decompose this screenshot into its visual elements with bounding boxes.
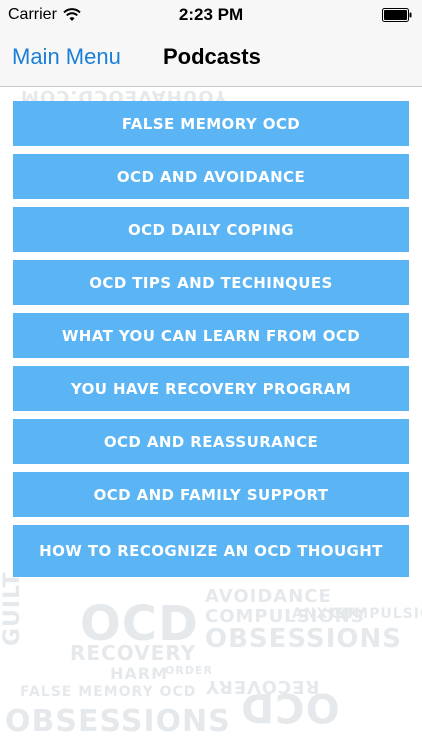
background-word: HARM xyxy=(110,664,169,683)
background-word: FALSE MEMORY OCD xyxy=(20,684,197,700)
background-word: OBSESSIONS xyxy=(205,624,402,654)
background-word: COMPULSIONS xyxy=(330,606,422,622)
background-word: OBSESSIONS xyxy=(5,704,231,739)
podcast-button-ocd-and-reassurance[interactable]: OCD AND REASSURANCE xyxy=(13,419,409,464)
podcast-button-recovery-program[interactable]: YOU HAVE RECOVERY PROGRAM xyxy=(13,366,409,411)
status-time: 2:23 PM xyxy=(178,5,244,24)
page-title: Podcasts xyxy=(163,44,261,69)
background-word: AVOIDANCE xyxy=(205,586,332,607)
main-menu-back-button[interactable]: Main Menu xyxy=(12,44,121,70)
podcast-button-ocd-tips-and-techniques[interactable]: OCD TIPS AND TECHINQUES xyxy=(13,260,409,305)
podcast-button-ocd-daily-coping[interactable]: OCD DAILY COPING xyxy=(13,207,409,252)
podcast-button-false-memory-ocd[interactable]: FALSE MEMORY OCD xyxy=(13,101,409,146)
podcast-button-ocd-and-family-support[interactable]: OCD AND FAMILY SUPPORT xyxy=(13,472,409,517)
background-word: RECOVERY xyxy=(70,641,197,665)
podcast-button-what-you-can-learn[interactable]: WHAT YOU CAN LEARN FROM OCD xyxy=(13,313,409,358)
podcast-button-ocd-and-avoidance[interactable]: OCD AND AVOIDANCE xyxy=(13,154,409,199)
status-bar: Carrier 2:23 PM xyxy=(0,0,422,30)
battery-icon xyxy=(382,8,412,22)
navigation-bar: Main Menu Podcasts xyxy=(0,30,422,87)
podcast-list: FALSE MEMORY OCD OCD AND AVOIDANCE OCD D… xyxy=(13,101,409,585)
background-word: RECOVERY xyxy=(205,676,320,697)
podcast-button-recognize-ocd-thought[interactable]: HOW TO RECOGNIZE AN OCD THOUGHT xyxy=(13,525,409,577)
